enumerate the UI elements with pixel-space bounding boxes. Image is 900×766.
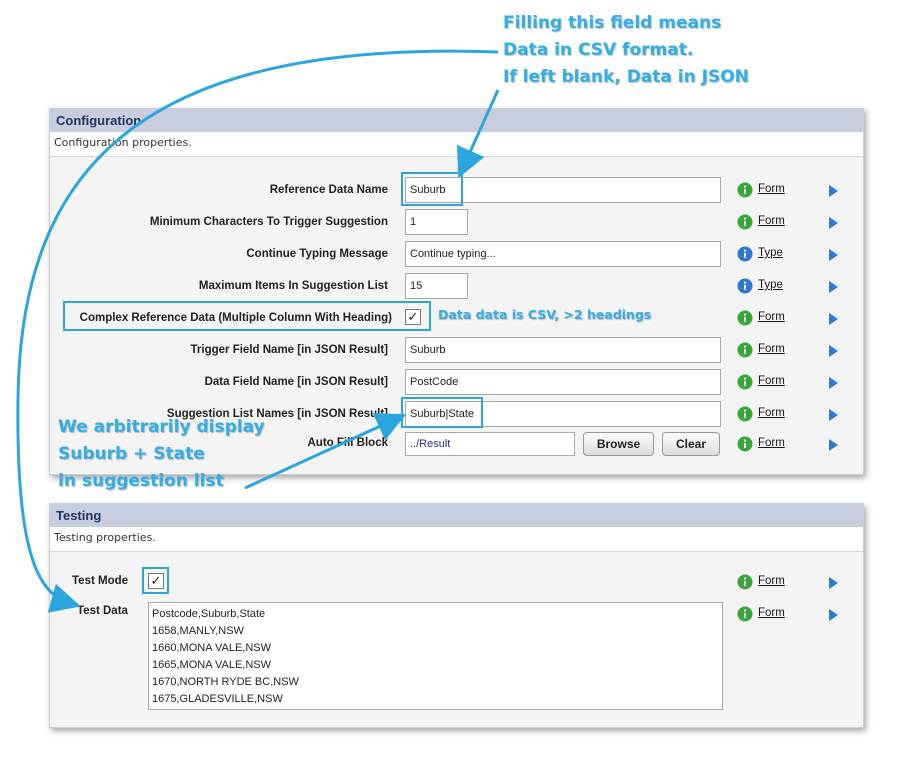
- help-link-form[interactable]: Form: [758, 311, 785, 323]
- play-arrow-icon[interactable]: [829, 313, 838, 325]
- config-row-data-field-name: Data Field Name [in JSON Result] PostCod…: [50, 369, 863, 399]
- play-arrow-icon[interactable]: [829, 609, 838, 621]
- minimum-characters-input[interactable]: 1: [405, 209, 468, 235]
- play-arrow-icon[interactable]: [829, 409, 838, 421]
- play-arrow-icon[interactable]: [829, 217, 838, 229]
- info-icon[interactable]: [737, 436, 753, 452]
- csv-note-line: Data in CSV format.: [503, 40, 694, 60]
- test-data-label: Test Data: [77, 605, 128, 617]
- config-row-maximum-items: Maximum Items In Suggestion List 15 Type: [50, 273, 863, 303]
- help-link-type[interactable]: Type: [758, 279, 783, 291]
- help-link-form[interactable]: Form: [758, 343, 785, 355]
- reference-data-name-label: Reference Data Name: [269, 184, 388, 196]
- play-arrow-icon[interactable]: [829, 439, 838, 451]
- display-note-line: We arbitrarily display: [58, 417, 265, 437]
- test-data-textarea[interactable]: Postcode,Suburb,State 1658,MANLY,NSW 166…: [148, 602, 723, 710]
- play-arrow-icon[interactable]: [829, 281, 838, 293]
- help-link-form[interactable]: Form: [758, 407, 785, 419]
- info-icon[interactable]: [737, 374, 753, 390]
- trigger-field-name-input[interactable]: Suburb: [405, 337, 721, 363]
- config-row-trigger-field-name: Trigger Field Name [in JSON Result] Subu…: [50, 337, 863, 367]
- help-link-form[interactable]: Form: [758, 575, 785, 587]
- info-icon[interactable]: [737, 406, 753, 422]
- maximum-items-label: Maximum Items In Suggestion List: [198, 280, 388, 292]
- display-note: We arbitrarily display Suburb + State in…: [58, 414, 318, 495]
- csv-format-note: Filling this field means Data in CSV for…: [503, 10, 803, 91]
- test-data-line: 1658,MANLY,NSW: [152, 625, 244, 637]
- highlight-box-test-mode: [142, 567, 169, 594]
- highlight-box-reference-data-name: [401, 172, 463, 206]
- minimum-characters-label: Minimum Characters To Trigger Suggestion: [149, 216, 388, 228]
- test-data-line: 1675,GLADESVILLE,NSW: [152, 693, 283, 705]
- play-arrow-icon[interactable]: [829, 185, 838, 197]
- info-icon[interactable]: [737, 214, 753, 230]
- configuration-description: Configuration properties.: [50, 132, 863, 157]
- help-link-form[interactable]: Form: [758, 183, 785, 195]
- info-icon[interactable]: [737, 606, 753, 622]
- csv-note-line: If left blank, Data in JSON: [503, 67, 749, 87]
- highlight-box-suggestion-list-names: [401, 397, 483, 428]
- auto-fill-block-input[interactable]: ../Result: [405, 432, 575, 456]
- testing-header: Testing: [50, 504, 863, 527]
- csv-note-line: Filling this field means: [503, 13, 722, 33]
- info-icon[interactable]: [737, 182, 753, 198]
- highlight-box-complex-reference-data: [63, 301, 431, 331]
- play-arrow-icon[interactable]: [829, 249, 838, 261]
- test-data-line: 1670,NORTH RYDE BC,NSW: [152, 676, 299, 688]
- continue-typing-message-input[interactable]: Continue typing...: [405, 241, 721, 267]
- clear-button[interactable]: Clear: [662, 432, 720, 456]
- help-link-form[interactable]: Form: [758, 607, 785, 619]
- info-icon[interactable]: [737, 574, 753, 590]
- play-arrow-icon[interactable]: [829, 577, 838, 589]
- help-link-form[interactable]: Form: [758, 437, 785, 449]
- data-field-name-input[interactable]: PostCode: [405, 369, 721, 395]
- test-mode-label: Test Mode: [72, 575, 129, 587]
- test-data-line: Postcode,Suburb,State: [152, 608, 266, 620]
- display-note-line: in suggestion list: [58, 471, 224, 491]
- auto-fill-block-label: Auto Fill Block: [307, 437, 389, 449]
- continue-typing-message-label: Continue Typing Message: [246, 248, 388, 260]
- display-note-line: Suburb + State: [58, 444, 205, 464]
- play-arrow-icon[interactable]: [829, 345, 838, 357]
- testing-panel: Testing Testing properties. Test Mode ✓ …: [49, 503, 864, 728]
- testing-description: Testing properties.: [50, 527, 863, 552]
- data-field-name-label: Data Field Name [in JSON Result]: [204, 376, 388, 388]
- help-link-type[interactable]: Type: [758, 247, 783, 259]
- test-data-line: 1660,MONA VALE,NSW: [152, 642, 272, 654]
- info-icon[interactable]: [737, 310, 753, 326]
- headings-note: Data data is CSV, >2 headings: [438, 307, 652, 322]
- maximum-items-input[interactable]: 15: [405, 273, 468, 299]
- trigger-field-name-label: Trigger Field Name [in JSON Result]: [190, 344, 388, 356]
- info-icon[interactable]: [737, 278, 753, 294]
- browse-button[interactable]: Browse: [583, 432, 654, 456]
- configuration-header: Configuration: [50, 109, 863, 132]
- config-row-continue-typing-message: Continue Typing Message Continue typing.…: [50, 241, 863, 271]
- info-icon[interactable]: [737, 246, 753, 262]
- test-data-line: 1665,MONA VALE,NSW: [152, 659, 272, 671]
- help-link-form[interactable]: Form: [758, 375, 785, 387]
- config-row-minimum-characters: Minimum Characters To Trigger Suggestion…: [50, 209, 863, 239]
- play-arrow-icon[interactable]: [829, 377, 838, 389]
- info-icon[interactable]: [737, 342, 753, 358]
- help-link-form[interactable]: Form: [758, 215, 785, 227]
